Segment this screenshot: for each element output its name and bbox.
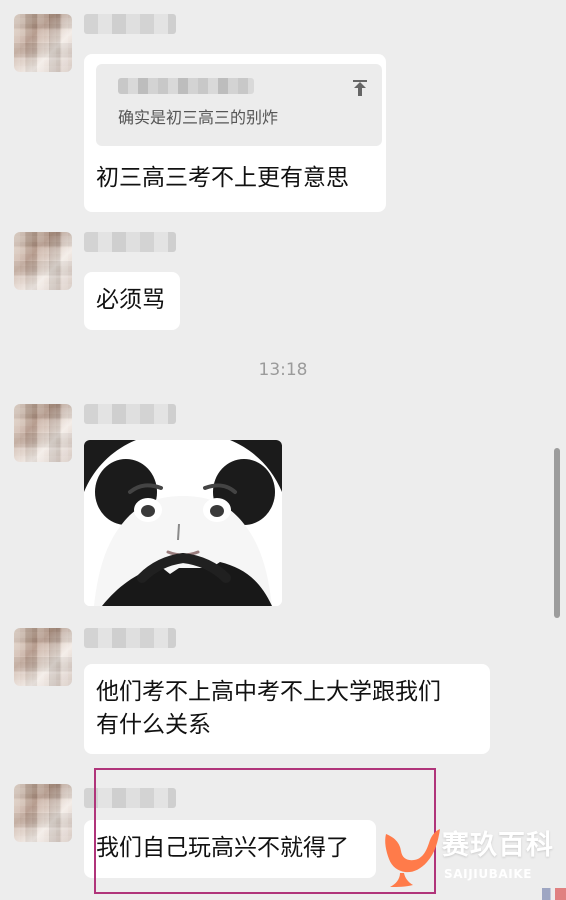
message-bubble[interactable]: 必须骂	[84, 272, 180, 330]
watermark-title: 赛玖百科	[442, 830, 554, 861]
avatar[interactable]	[14, 784, 72, 842]
sender-name-blur	[84, 628, 176, 648]
message-text: 必须骂	[96, 287, 165, 313]
whale-tail-icon	[385, 829, 440, 887]
sender-name-blur	[84, 232, 176, 252]
chat-timestamp: 13:18	[258, 360, 308, 380]
avatar[interactable]	[14, 232, 72, 290]
avatar[interactable]	[14, 14, 72, 72]
message-text: 初三高三考不上更有意思	[96, 165, 349, 191]
cropped-edge-decoration	[538, 888, 566, 900]
quoted-message[interactable]: 确实是初三高三的别炸	[96, 64, 382, 146]
message-bubble[interactable]: 确实是初三高三的别炸 初三高三考不上更有意思	[84, 54, 386, 212]
message-bubble[interactable]: 我们自己玩高兴不就得了	[84, 820, 376, 878]
sender-name-blur	[84, 404, 176, 424]
panda-meme-sticker[interactable]	[84, 440, 282, 606]
chat-thread: 确实是初三高三的别炸 初三高三考不上更有意思 必须骂 13:18 他们考不上高中…	[0, 0, 566, 900]
avatar[interactable]	[14, 404, 72, 462]
message-bubble[interactable]: 他们考不上高中考不上大学跟我们 有什么关系	[84, 664, 490, 754]
message-text: 他们考不上高中考不上大学跟我们 有什么关系	[96, 679, 441, 739]
sender-name-blur	[84, 788, 176, 808]
message-text: 我们自己玩高兴不就得了	[96, 835, 349, 861]
quoted-sender-name-blur	[118, 78, 254, 94]
quoted-message-text: 确实是初三高三的别炸	[118, 108, 279, 127]
panda-meme-icon	[84, 440, 282, 606]
reply-up-icon[interactable]	[350, 78, 370, 98]
watermark-subtitle: SAIJIUBAIKE	[444, 867, 533, 881]
watermark: 赛玖百科 SAIJIUBAIKE	[378, 824, 556, 896]
sender-name-blur	[84, 14, 176, 34]
scrollbar-thumb[interactable]	[554, 448, 560, 618]
avatar[interactable]	[14, 628, 72, 686]
